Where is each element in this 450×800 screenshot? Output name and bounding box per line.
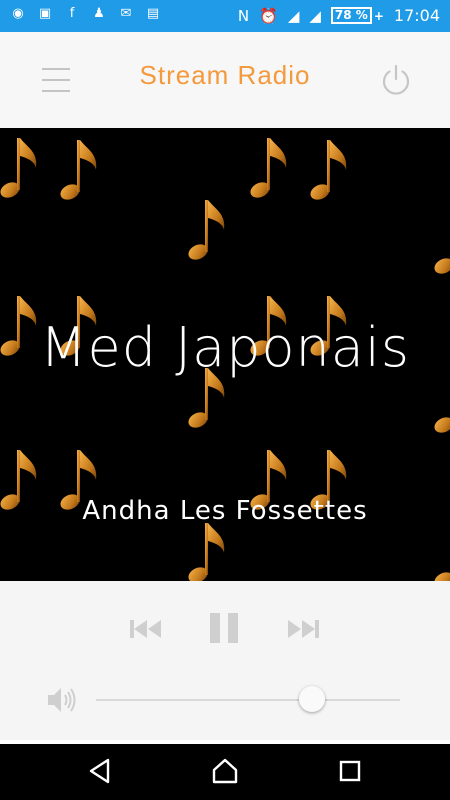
app-bar: Stream Radio xyxy=(0,32,450,128)
gallery-icon: ▤ xyxy=(146,6,160,21)
volume-icon[interactable] xyxy=(46,685,78,715)
chat-icon: ◉ xyxy=(12,6,24,21)
volume-slider-fill xyxy=(96,699,312,701)
now-playing-artwork: Med Japonais Andha Les Fossettes xyxy=(0,128,450,581)
pause-button[interactable] xyxy=(207,611,241,645)
volume-slider[interactable] xyxy=(96,686,400,712)
signal-icon: ◢ xyxy=(309,6,321,25)
charging-indicator: + xyxy=(373,8,384,23)
notification-icons: ◉ ▣ f ♟ ✉ ▤ xyxy=(10,6,161,22)
photo-icon: ▣ xyxy=(38,6,52,21)
system-nav-bar xyxy=(0,744,450,800)
player-controls xyxy=(0,581,450,740)
facebook-icon: f xyxy=(69,6,75,21)
battery-level: 78 % xyxy=(330,7,372,24)
nfc-icon: N xyxy=(237,6,250,25)
back-icon[interactable] xyxy=(88,758,112,784)
station-name: Med Japonais xyxy=(39,316,411,379)
messenger-icon: ✉ xyxy=(120,6,132,21)
clock: 17:04 xyxy=(393,6,440,25)
next-button[interactable] xyxy=(285,619,319,639)
battery-indicator: 78 % + xyxy=(330,7,384,24)
status-bar: ◉ ▣ f ♟ ✉ ▤ N ⏰ ◢ ◢ 78 % + 17:04 xyxy=(0,0,450,32)
previous-button[interactable] xyxy=(130,619,164,639)
song-title: Andha Les Fossettes xyxy=(82,496,368,526)
add-contact-icon: ♟ xyxy=(93,6,105,21)
power-icon[interactable] xyxy=(380,64,412,96)
recent-apps-icon[interactable] xyxy=(339,758,361,784)
alarm-icon: ⏰ xyxy=(259,6,278,25)
home-icon[interactable] xyxy=(212,758,238,784)
volume-slider-thumb[interactable] xyxy=(298,686,325,712)
wifi-icon: ◢ xyxy=(287,6,300,25)
